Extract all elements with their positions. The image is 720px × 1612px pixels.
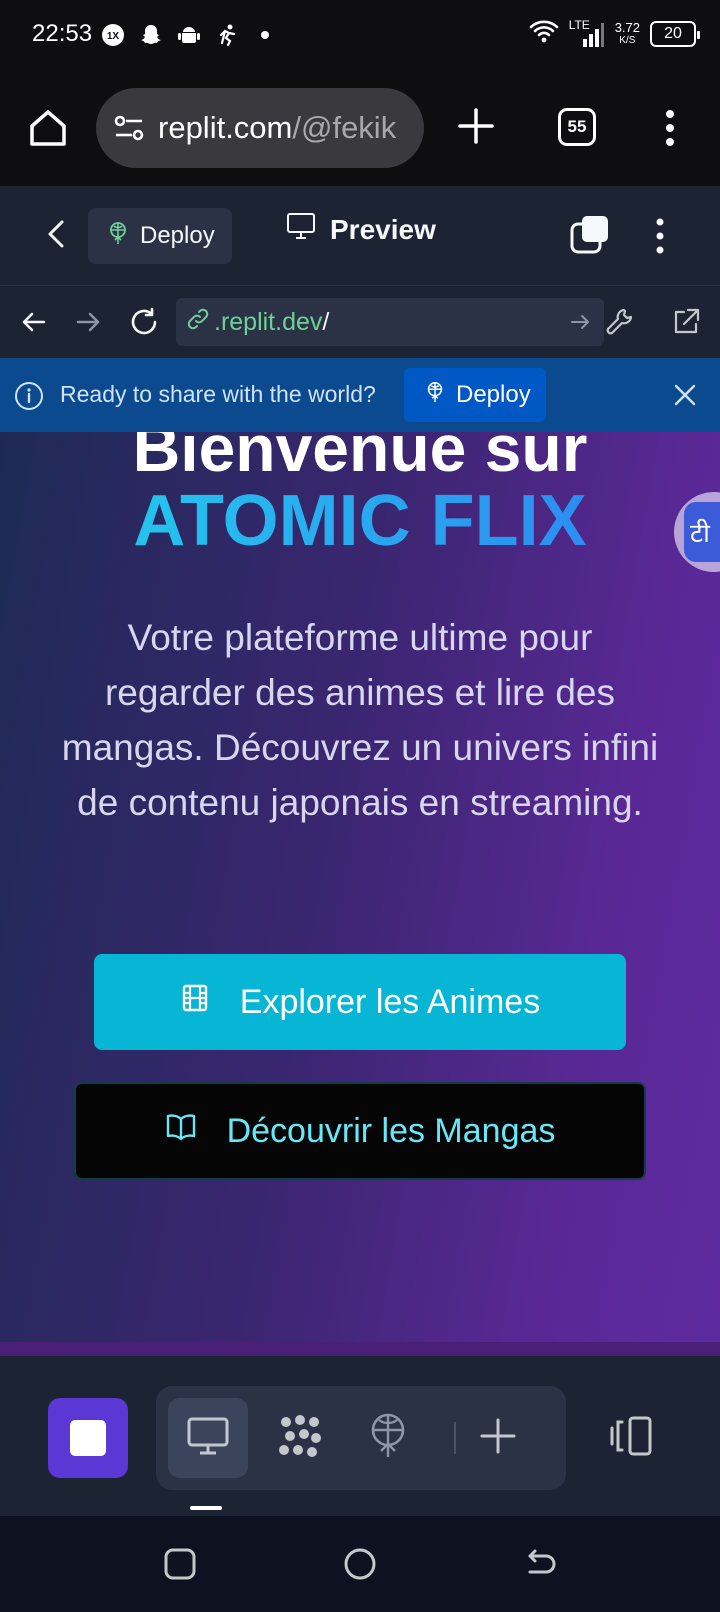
translate-icon: टी [684, 502, 720, 562]
layout-switch-icon[interactable] [608, 1414, 656, 1458]
svg-text:1X: 1X [107, 31, 120, 42]
explore-animes-label: Explorer les Animes [239, 982, 541, 1021]
discover-mangas-button[interactable]: Découvrir les Mangas [74, 1082, 646, 1180]
reload-icon[interactable] [128, 306, 160, 338]
1x-icon: 1X [100, 22, 126, 48]
close-icon[interactable] [672, 382, 698, 408]
forward-arrow-icon[interactable] [72, 306, 104, 338]
preview-tab[interactable]: Preview [286, 212, 436, 247]
status-right: LTE 3.72 K/S 20 [529, 18, 700, 49]
active-tool-indicator [190, 1506, 222, 1510]
snapchat-icon [138, 22, 164, 48]
link-icon [186, 307, 210, 338]
dot-icon [252, 22, 278, 48]
deploy-banner: Ready to share with the world? Deploy [0, 358, 720, 432]
discover-mangas-label: Découvrir les Mangas [226, 1111, 556, 1150]
browser-toolbar: replit.com/@fekik 55 [0, 72, 720, 186]
banner-deploy-button[interactable]: Deploy [404, 368, 546, 422]
hero-section: Bienvenue sur ATOMIC FLIX Votre platefor… [0, 432, 720, 1342]
browser-address-bar[interactable]: replit.com/@fekik [96, 88, 424, 168]
translate-glyph: टी [690, 518, 710, 548]
browser-menu-icon[interactable] [660, 106, 680, 150]
hero-title-line1: Bienvenue sur [132, 432, 588, 485]
network-speed: 3.72 K/S [614, 19, 640, 46]
monitor-icon [186, 1416, 230, 1461]
back-arrow-icon[interactable] [18, 306, 50, 338]
signal-icon: LTE [569, 18, 605, 49]
android-icon [176, 22, 202, 48]
deploy-tool-button[interactable] [348, 1398, 428, 1478]
webview-url-field[interactable]: .replit.dev / [176, 298, 604, 346]
hero-description: Votre plateforme ultime pour regarder de… [61, 617, 659, 823]
agent-icon [276, 1412, 324, 1465]
browser-url: replit.com/@fekik [158, 110, 397, 145]
add-tool-button[interactable] [458, 1398, 538, 1478]
battery-icon: 20 [650, 20, 700, 47]
info-icon [14, 381, 44, 411]
tab-switcher-button[interactable]: 55 [558, 108, 596, 146]
toolbar-separator [454, 1422, 456, 1454]
site-settings-icon[interactable] [112, 111, 146, 145]
deploy-tab[interactable]: Deploy [88, 208, 232, 264]
webview-toolbar: .replit.dev / [0, 286, 720, 358]
hero-bottom-edge [0, 1342, 720, 1356]
replit-bottom-bar [0, 1356, 720, 1516]
agent-tool-button[interactable] [260, 1398, 340, 1478]
book-open-icon [165, 1112, 197, 1151]
status-bar: 22:53 1X LTE 3.72 K/S 20 [0, 0, 720, 72]
status-time: 22:53 [32, 20, 93, 47]
more-options-icon[interactable] [650, 214, 670, 258]
banner-deploy-label: Deploy [456, 381, 531, 408]
deploy-icon [424, 381, 446, 410]
deploy-icon [106, 221, 130, 252]
open-external-icon[interactable] [670, 306, 702, 338]
deploy-icon [366, 1412, 410, 1465]
preview-tool-button[interactable] [168, 1398, 248, 1478]
notification-icons: 1X [100, 22, 278, 48]
home-icon[interactable] [26, 106, 70, 150]
running-icon [214, 22, 240, 48]
stop-icon [70, 1420, 106, 1456]
plus-icon [478, 1416, 518, 1461]
new-tab-icon[interactable] [456, 106, 496, 146]
wifi-icon [529, 18, 559, 49]
replit-header: Deploy Preview [0, 186, 720, 286]
stop-button[interactable] [48, 1398, 128, 1478]
webview-url-domain: .replit.dev [214, 307, 323, 336]
webview-url-path: / [322, 307, 330, 336]
home-circle-icon[interactable] [342, 1546, 378, 1582]
recents-icon[interactable] [162, 1546, 198, 1582]
windows-icon[interactable] [568, 214, 612, 258]
preview-tab-label: Preview [330, 213, 436, 245]
battery-level: 20 [664, 24, 682, 42]
deploy-tab-label: Deploy [140, 222, 215, 249]
system-nav-bar [0, 1516, 720, 1612]
back-icon[interactable] [522, 1546, 558, 1582]
film-icon [180, 983, 210, 1022]
back-chevron-icon[interactable] [40, 216, 76, 252]
tab-count: 55 [567, 117, 587, 136]
explore-animes-button[interactable]: Explorer les Animes [94, 954, 626, 1050]
tool-switcher [156, 1386, 566, 1490]
monitor-icon [286, 212, 316, 247]
banner-message: Ready to share with the world? [60, 381, 376, 407]
go-arrow-icon[interactable] [568, 310, 592, 334]
hero-title-brand: ATOMIC FLIX [0, 480, 720, 562]
devtools-wrench-icon[interactable] [604, 306, 636, 338]
